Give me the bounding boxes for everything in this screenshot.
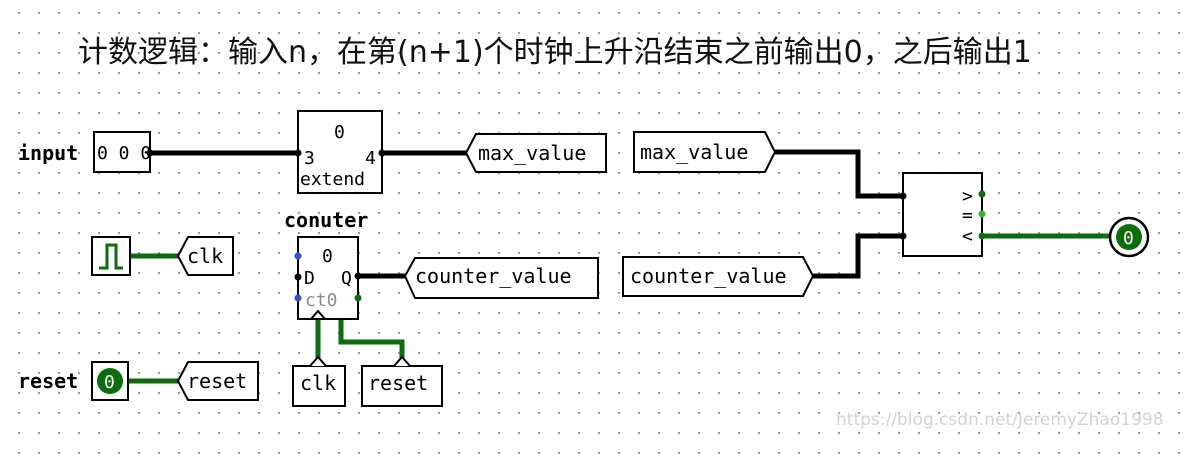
counter[interactable]: 0 D Q ct0: [297, 236, 359, 320]
output-pin-value: 0: [1123, 228, 1134, 249]
tunnel-reset-out-label: reset: [187, 369, 247, 393]
comparator-eq-label: =: [962, 205, 973, 226]
output-pin[interactable]: 0: [1108, 216, 1150, 258]
extend-name: extend: [300, 169, 365, 190]
tunnel-clk-out[interactable]: clk: [176, 236, 234, 276]
comparator-port-a: [899, 192, 907, 200]
tunnel-max-value-out-label: max_value: [478, 141, 586, 165]
clock-source[interactable]: [91, 236, 131, 276]
tunnel-reset-out[interactable]: reset: [176, 361, 259, 401]
circuit-diagram: 计数逻辑：输入n，在第(n+1)个时钟上升沿结束之前输出0，之后输出1 inpu…: [18, 35, 1164, 430]
tunnel-counter-value-in[interactable]: counter_value: [622, 256, 815, 297]
tunnel-max-value-in[interactable]: max_value: [633, 131, 777, 173]
tunnel-counter-value-out-label: counter_value: [415, 264, 572, 288]
reset-pin-label: reset: [18, 369, 78, 393]
tunnel-clk-in-label: clk: [300, 371, 336, 395]
counter-q-label: Q: [341, 268, 352, 289]
tunnel-counter-value-out[interactable]: counter_value: [403, 257, 599, 299]
counter-top-value: 0: [322, 246, 333, 267]
extend-out-width: 4: [365, 148, 376, 169]
tunnel-clk-out-label: clk: [187, 244, 223, 268]
tunnel-max-value-in-label: max_value: [640, 140, 748, 164]
counter-d-label: D: [304, 268, 315, 289]
comparator-port-gt: [978, 190, 986, 198]
tunnel-max-value-out[interactable]: max_value: [464, 133, 607, 173]
tunnel-clk-in[interactable]: clk: [292, 355, 346, 407]
comparator-gt-label: >: [962, 186, 973, 207]
input-pin-port: [146, 149, 154, 157]
tunnel-counter-value-in-label: counter_value: [630, 264, 787, 288]
input-pin-label: input: [18, 141, 78, 165]
extend-in-width: 3: [304, 148, 315, 169]
tunnel-reset-in-label: reset: [368, 371, 428, 395]
comparator-port-lt: [978, 232, 986, 240]
extend-top-label: 0: [334, 122, 345, 143]
comparator-port-eq: [978, 210, 986, 218]
comparator-port-b: [899, 232, 907, 240]
input-pin-value: 0 0 0: [97, 143, 151, 164]
counter-port-carry: [354, 294, 362, 302]
circuit-canvas: 计数逻辑：输入n，在第(n+1)个时钟上升沿结束之前输出0，之后输出1 inpu…: [0, 0, 1185, 465]
extend-out-port: [378, 149, 386, 157]
bit-extender[interactable]: 0 3 4 extend: [297, 110, 383, 194]
reset-pin[interactable]: 0: [91, 361, 129, 401]
wire-max-to-comparator: [775, 149, 903, 199]
reset-pin-value: 0: [104, 372, 115, 393]
counter-port-d: [294, 273, 302, 281]
wire-reset-to-counter: [338, 318, 405, 366]
wire-counter-to-comparator: [813, 233, 903, 279]
extend-in-port: [294, 149, 302, 157]
counter-port-blue-top: [294, 252, 302, 260]
counter-ct-label: ct0: [305, 290, 338, 311]
counter-port-q: [354, 272, 362, 280]
counter-name: conuter: [284, 208, 368, 232]
watermark: https://blog.csdn.net/JeremyZhao1998: [836, 410, 1164, 430]
input-pin[interactable]: 0 0 0: [93, 131, 151, 173]
comparator[interactable]: > = <: [902, 172, 983, 257]
counter-port-blue-bottom: [294, 294, 302, 302]
page-title: 计数逻辑：输入n，在第(n+1)个时钟上升沿结束之前输出0，之后输出1: [78, 35, 1032, 70]
tunnel-reset-in[interactable]: reset: [361, 355, 443, 407]
comparator-lt-label: <: [962, 226, 973, 247]
